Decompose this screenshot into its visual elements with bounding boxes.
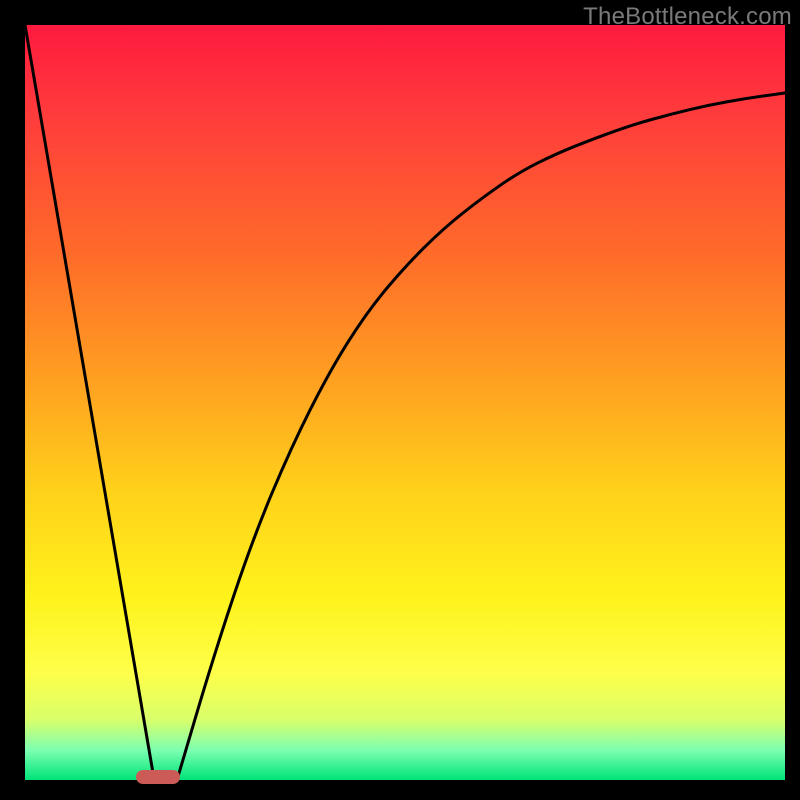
watermark-text: TheBottleneck.com <box>583 3 792 31</box>
bottleneck-curve <box>25 25 785 780</box>
chart-plot-area <box>25 25 785 780</box>
curve-path <box>25 25 785 780</box>
chart-frame: TheBottleneck.com <box>0 0 800 800</box>
optimum-marker <box>136 770 180 784</box>
